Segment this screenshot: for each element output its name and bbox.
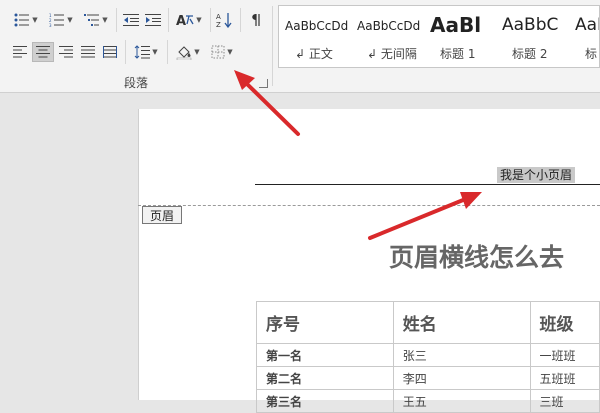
annotation-arrows xyxy=(234,70,482,240)
arrow-to-header-line-icon xyxy=(368,192,482,240)
arrow-to-borders-icon xyxy=(234,70,300,136)
